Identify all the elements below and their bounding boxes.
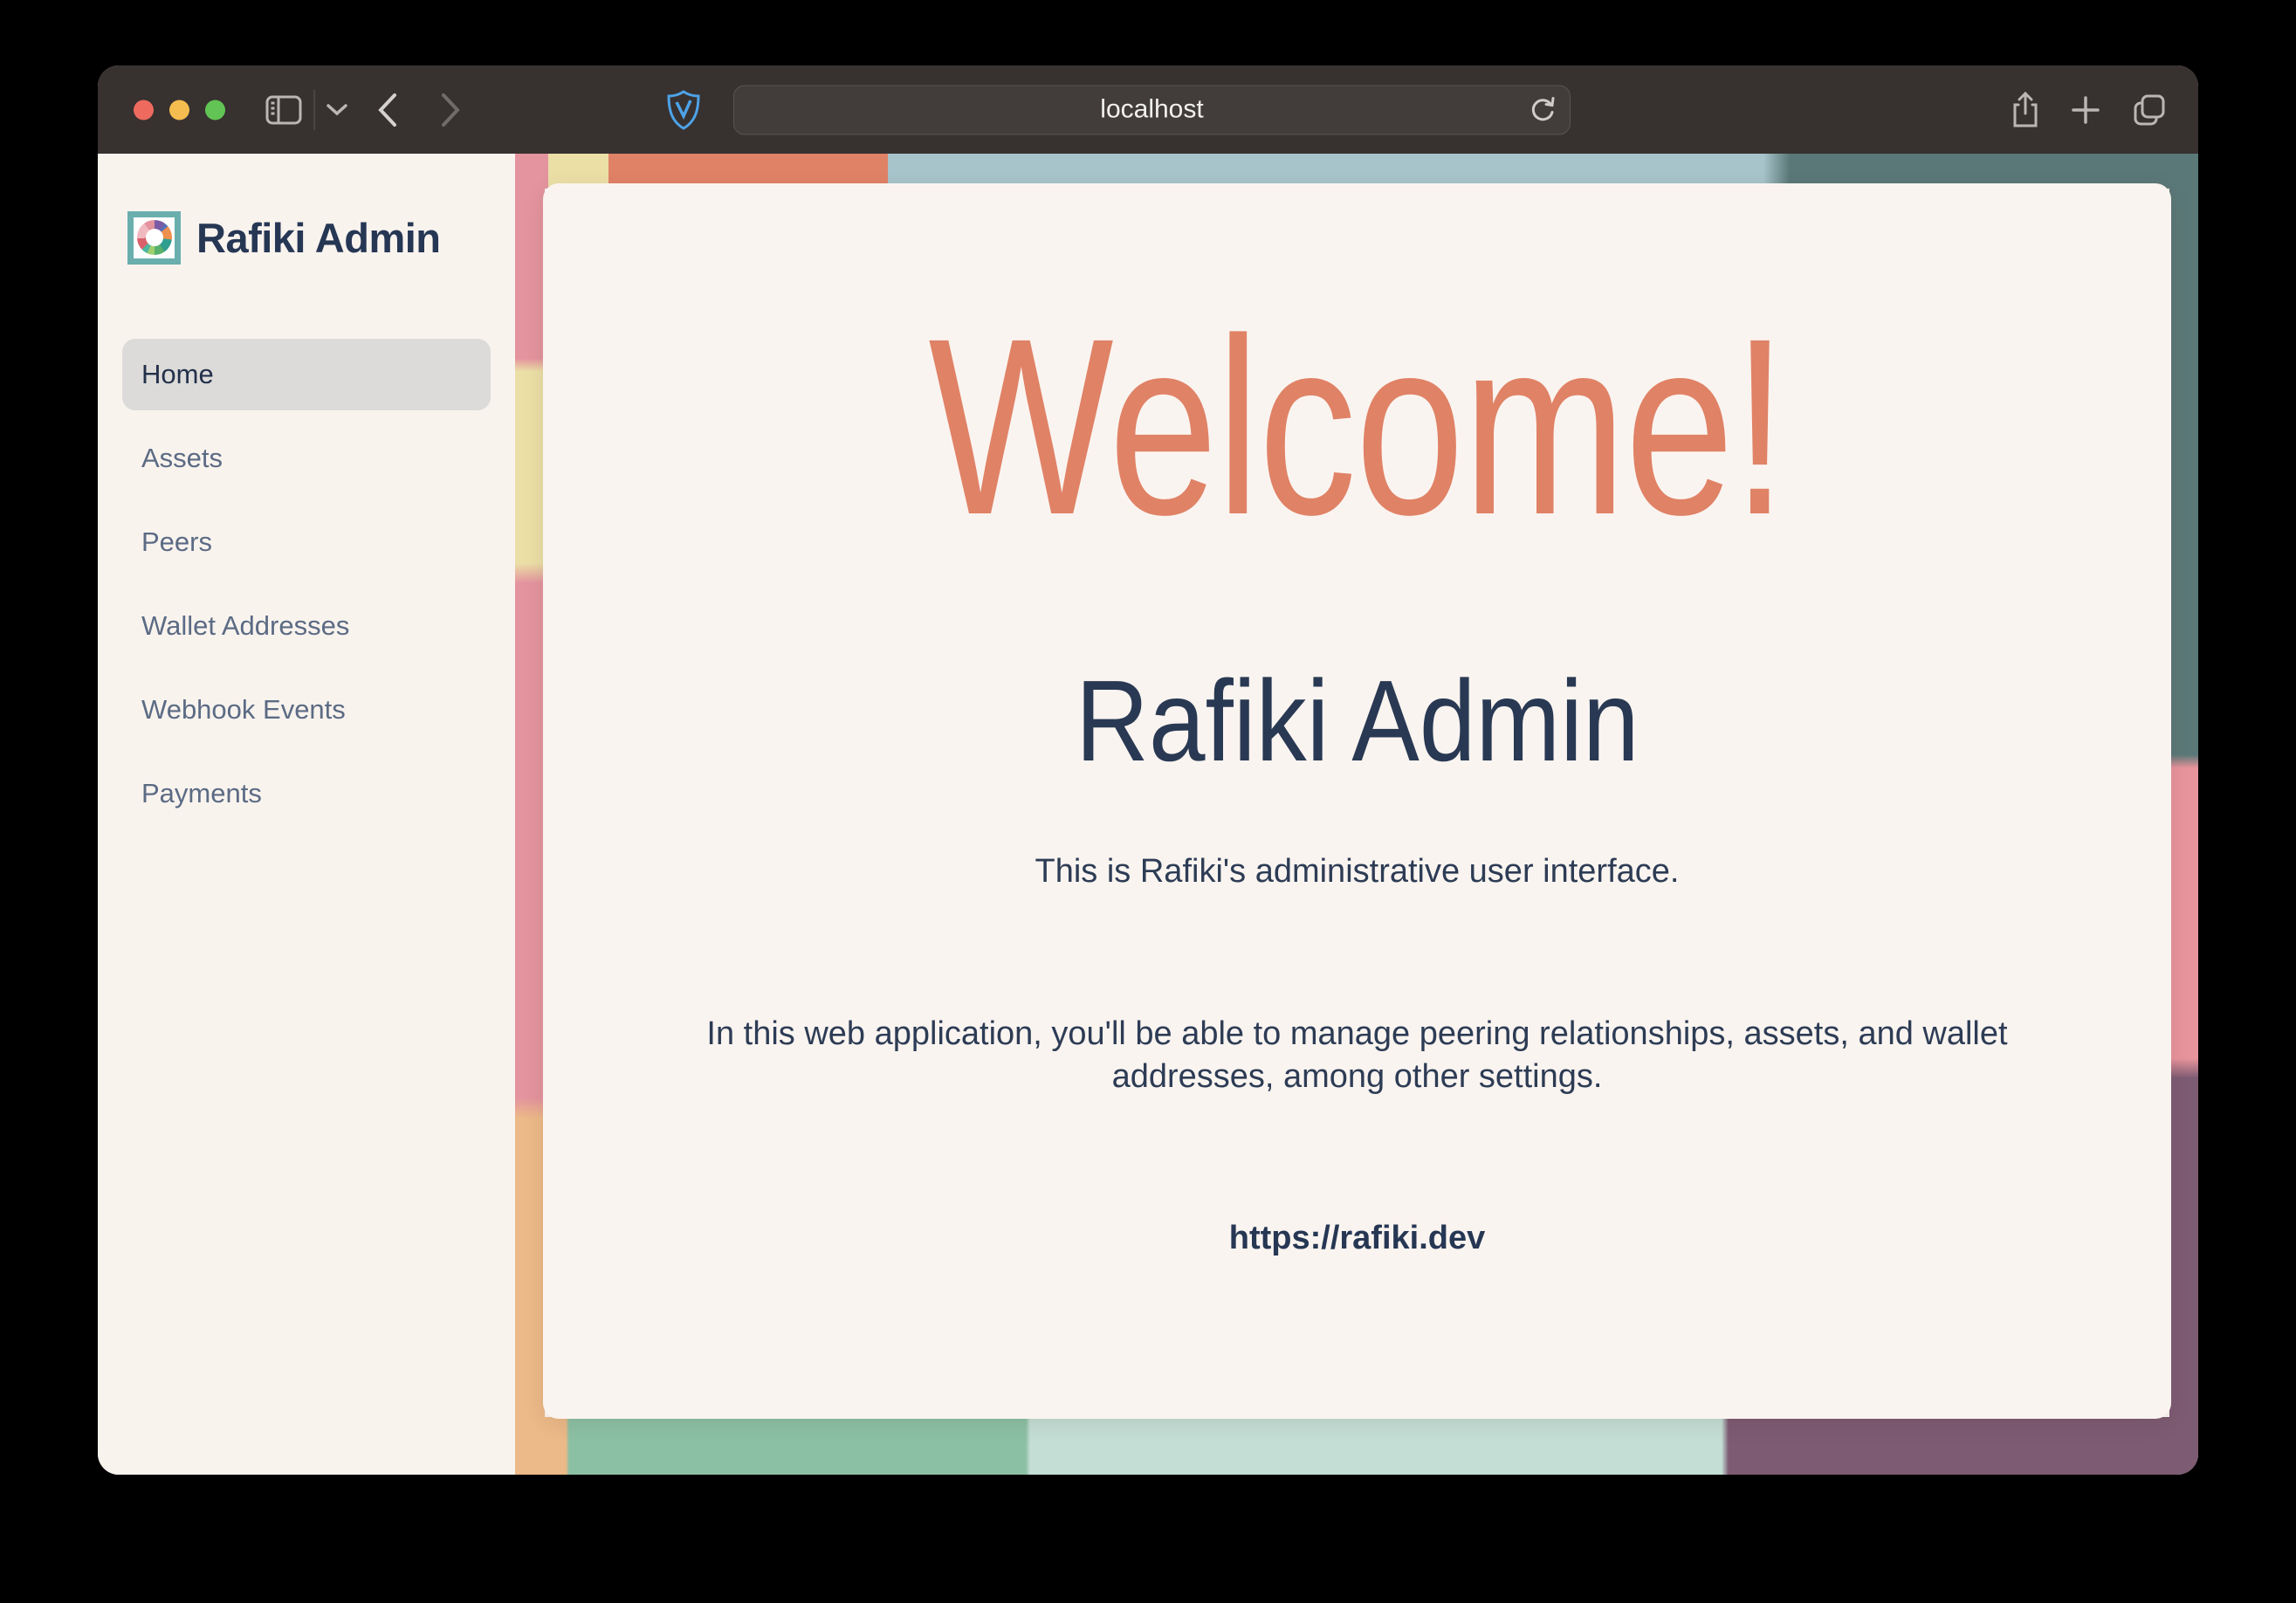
- welcome-heading: Welcome!: [543, 295, 2171, 559]
- main-content: Welcome! Rafiki Admin This is Rafiki's a…: [515, 154, 2198, 1475]
- sidebar-item-label: Assets: [141, 443, 223, 474]
- subtitle-text: This is Rafiki's administrative user int…: [543, 853, 2171, 891]
- sidebar-item-label: Webhook Events: [141, 694, 346, 726]
- sidebar-item-label: Peers: [141, 526, 212, 558]
- sidebar-item-payments[interactable]: Payments: [122, 758, 491, 829]
- forward-icon: [440, 93, 461, 127]
- sidebar-item-home[interactable]: Home: [122, 339, 491, 410]
- toolbar-divider: [313, 90, 315, 130]
- sidebar-item-label: Payments: [141, 778, 262, 809]
- share-icon[interactable]: [2011, 92, 2039, 128]
- decorative-band-left: [515, 154, 545, 1475]
- sidebar-item-assets[interactable]: Assets: [122, 423, 491, 494]
- brand-title: Rafiki Admin: [196, 214, 441, 262]
- zoom-window-button[interactable]: [205, 100, 225, 120]
- sidebar-item-label: Home: [141, 359, 214, 390]
- welcome-card: Welcome! Rafiki Admin This is Rafiki's a…: [543, 183, 2171, 1419]
- new-tab-icon[interactable]: [2071, 95, 2100, 125]
- privacy-shield-icon[interactable]: [667, 90, 700, 130]
- page-title: Rafiki Admin: [543, 664, 2171, 779]
- browser-toolbar: localhost: [98, 65, 2198, 154]
- url-text[interactable]: localhost: [1100, 95, 1203, 125]
- back-icon[interactable]: [377, 93, 398, 127]
- address-bar[interactable]: localhost: [733, 85, 1571, 134]
- sidebar-nav: Home Assets Peers Wallet Addresses Webho…: [98, 339, 515, 829]
- sidebar-item-wallet-addresses[interactable]: Wallet Addresses: [122, 590, 491, 662]
- chevron-down-icon[interactable]: [327, 104, 347, 116]
- brand[interactable]: Rafiki Admin: [98, 210, 515, 265]
- minimize-window-button[interactable]: [169, 100, 189, 120]
- sidebar-item-webhook-events[interactable]: Webhook Events: [122, 674, 491, 746]
- sidebar: Rafiki Admin Home Assets Peers Wallet Ad…: [98, 154, 515, 1475]
- reload-icon[interactable]: [1530, 96, 1556, 124]
- decorative-band-bottom: [515, 1417, 2198, 1475]
- sidebar-toggle-icon[interactable]: [265, 95, 302, 125]
- browser-window: localhost: [98, 65, 2198, 1475]
- description-text: In this web application, you'll be able …: [672, 1013, 2043, 1097]
- decorative-band-right: [2169, 154, 2198, 1475]
- sidebar-item-peers[interactable]: Peers: [122, 506, 491, 578]
- sidebar-item-label: Wallet Addresses: [141, 610, 349, 642]
- rafiki-dev-link[interactable]: https://rafiki.dev: [1229, 1220, 1486, 1257]
- rafiki-logo-icon: [127, 211, 181, 265]
- tab-overview-icon[interactable]: [2132, 93, 2167, 127]
- close-window-button[interactable]: [134, 100, 154, 120]
